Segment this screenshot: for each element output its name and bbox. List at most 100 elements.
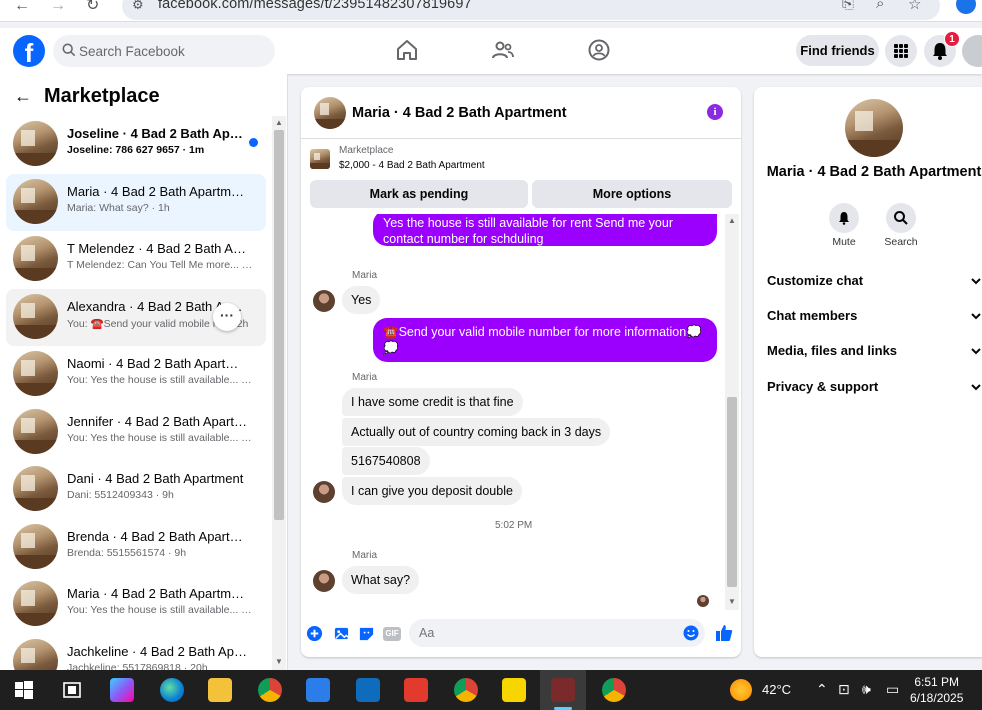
sidebar-scrollbar[interactable]: ▲ ▼	[272, 116, 286, 670]
mute-button[interactable]: Mute	[824, 203, 864, 248]
conversation-item[interactable]: Jennifer · 4 Bad 2 Bath Apartm... You: Y…	[6, 404, 266, 462]
sender-avatar[interactable]	[313, 481, 335, 503]
scroll-up-icon[interactable]: ▲	[275, 118, 283, 127]
info-icon[interactable]: i	[707, 104, 723, 120]
reload-icon[interactable]: ↻	[86, 0, 106, 14]
snipping-tool-active[interactable]	[540, 670, 586, 710]
outgoing-message[interactable]: Yes the house is still available for ren…	[373, 214, 717, 246]
browser-profile-icon[interactable]	[956, 0, 976, 14]
conversation-item[interactable]: Joseline · 4 Bad 2 Bath Apart... Joselin…	[6, 116, 266, 174]
volume-icon[interactable]: 🕪	[862, 681, 871, 698]
message-input[interactable]	[419, 619, 659, 647]
chevron-up-icon[interactable]: ⌃	[816, 681, 828, 698]
facebook-logo-icon[interactable]: f	[13, 35, 45, 67]
forward-arrow-icon[interactable]: →	[50, 0, 70, 14]
incoming-message[interactable]: I can give you deposit double	[342, 477, 522, 505]
search-icon	[62, 43, 76, 57]
network-icon[interactable]: ▭	[886, 681, 899, 698]
details-avatar[interactable]	[845, 99, 903, 157]
chrome-icon[interactable]	[258, 678, 282, 702]
chat-avatar[interactable]	[314, 97, 346, 129]
incoming-message[interactable]: I have some credit is that fine	[342, 388, 523, 416]
microsoft-store-icon[interactable]	[306, 678, 330, 702]
listing-avatar	[13, 351, 58, 396]
edge-browser-icon[interactable]	[160, 678, 184, 702]
search-input[interactable]	[79, 35, 269, 67]
scrollbar-thumb[interactable]	[274, 130, 284, 520]
privacy-support-row[interactable]: Privacy & support	[767, 379, 982, 399]
conversation-preview: You: Yes the house is still available...…	[67, 374, 253, 386]
file-explorer-icon[interactable]	[208, 678, 232, 702]
system-clock[interactable]: 6:51 PM 6/18/2025	[910, 674, 963, 706]
conversation-item[interactable]: Dani · 4 Bad 2 Bath Apartment Dani: 5512…	[6, 461, 266, 519]
menu-button[interactable]	[885, 35, 917, 67]
home-icon[interactable]	[395, 38, 419, 62]
message-input-box[interactable]	[409, 619, 705, 647]
site-info-icon[interactable]: ⚙	[132, 0, 144, 13]
incoming-message[interactable]: What say?	[342, 566, 420, 594]
conversation-item[interactable]: Maria · 4 Bad 2 Bath Apartment Maria: Wh…	[6, 173, 266, 231]
zoom-icon[interactable]: ⌕	[876, 0, 884, 12]
find-friends-button[interactable]: Find friends	[796, 35, 879, 66]
sticky-notes-icon[interactable]	[502, 678, 526, 702]
windows-start-icon[interactable]	[12, 678, 36, 702]
scroll-down-icon[interactable]: ▼	[728, 597, 736, 606]
scroll-down-icon[interactable]: ▼	[275, 657, 283, 666]
back-arrow-icon[interactable]: ←	[14, 0, 34, 14]
meet-icon[interactable]: ⊡	[838, 681, 850, 698]
groups-icon[interactable]	[587, 38, 611, 62]
mark-pending-button[interactable]: Mark as pending	[310, 180, 528, 208]
weather-icon[interactable]	[730, 679, 752, 701]
chat-members-row[interactable]: Chat members	[767, 308, 982, 328]
listing-banner[interactable]: Marketplace $2,000 - 4 Bad 2 Bath Apartm…	[301, 139, 741, 179]
back-arrow-icon[interactable]: ←	[14, 86, 32, 107]
conversation-item[interactable]: T Melendez · 4 Bad 2 Bath Apar... T Mele…	[6, 231, 266, 289]
conversation-item[interactable]: Jachkeline · 4 Bad 2 Bath Apart... Jachk…	[6, 634, 266, 670]
photo-icon[interactable]	[333, 625, 350, 642]
chrome-profile-icon[interactable]	[454, 678, 478, 702]
incoming-message[interactable]: Actually out of country coming back in 3…	[342, 418, 611, 446]
search-box[interactable]	[53, 35, 275, 67]
mute-label: Mute	[832, 236, 856, 248]
copilot-icon[interactable]	[110, 678, 134, 702]
anydesk-icon[interactable]	[404, 678, 428, 702]
account-avatar[interactable]	[962, 35, 982, 67]
chrome-secondary-icon[interactable]	[602, 678, 626, 702]
plus-icon[interactable]	[306, 625, 323, 642]
listing-avatar	[13, 293, 58, 339]
scrollbar-thumb[interactable]	[727, 397, 737, 587]
conversation-preview: You: Yes the house is still available...…	[67, 431, 253, 444]
sidebar-title: Marketplace	[44, 84, 160, 107]
bookmark-star-icon[interactable]: ☆	[908, 0, 921, 13]
incoming-message[interactable]: 5167540808	[342, 447, 430, 475]
chat-panel: Maria · 4 Bad 2 Bath Apartment i Marketp…	[301, 87, 741, 657]
chat-title[interactable]: Maria · 4 Bad 2 Bath Apartment	[352, 105, 567, 121]
incoming-message[interactable]: Yes	[342, 286, 381, 314]
sender-avatar[interactable]	[313, 570, 335, 592]
install-app-icon[interactable]: ⎘	[842, 0, 854, 12]
conversation-item[interactable]: Alexandra · 4 Bad 2 Bath Ap... You: ☎️Se…	[6, 288, 266, 346]
outlook-icon[interactable]	[356, 678, 380, 702]
weather-temperature[interactable]: 42°C	[762, 682, 791, 697]
media-files-links-row[interactable]: Media, files and links	[767, 343, 982, 363]
thumbs-up-icon[interactable]	[714, 623, 734, 643]
friends-icon[interactable]	[491, 38, 515, 62]
sender-avatar[interactable]	[313, 290, 335, 312]
conversation-item[interactable]: Maria · 4 Bad 2 Bath Apartment You: Yes …	[6, 576, 266, 634]
task-view-icon[interactable]	[60, 678, 84, 702]
conversation-item[interactable]: Naomi · 4 Bad 2 Bath Apartment You: Yes …	[6, 346, 266, 404]
thread-scrollbar[interactable]: ▲ ▼	[725, 214, 739, 610]
outgoing-message[interactable]: ☎️Send your valid mobile number for more…	[373, 318, 717, 362]
more-options-button[interactable]: More options	[532, 180, 732, 208]
conversation-item[interactable]: Brenda · 4 Bad 2 Bath Apartment Brenda: …	[6, 519, 266, 577]
sticker-icon[interactable]	[358, 625, 375, 642]
address-bar[interactable]: ⚙ facebook.com/messages/t/23951482307819…	[122, 0, 940, 20]
gif-icon[interactable]: GIF	[383, 627, 401, 641]
customize-chat-row[interactable]: Customize chat	[767, 273, 982, 293]
scroll-up-icon[interactable]: ▲	[728, 216, 736, 225]
more-options-icon[interactable]: ···	[213, 302, 241, 331]
emoji-icon[interactable]	[683, 625, 699, 641]
screen: ← → ↻ ⚙ facebook.com/messages/t/23951482…	[0, 0, 982, 710]
url-text[interactable]: facebook.com/messages/t/2395148230781969…	[158, 0, 472, 12]
search-in-chat-button[interactable]: Search	[881, 203, 921, 248]
